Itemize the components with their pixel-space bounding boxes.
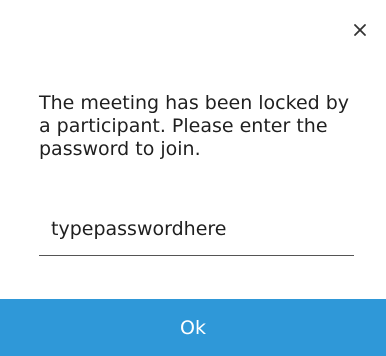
password-dialog: The meeting has been locked by a partici… (0, 0, 386, 356)
password-input[interactable] (51, 212, 341, 246)
lock-message: The meeting has been locked by a partici… (39, 92, 350, 160)
password-field (39, 208, 354, 256)
close-icon (354, 24, 366, 36)
close-button[interactable] (349, 19, 371, 41)
ok-button[interactable]: Ok (0, 299, 386, 356)
